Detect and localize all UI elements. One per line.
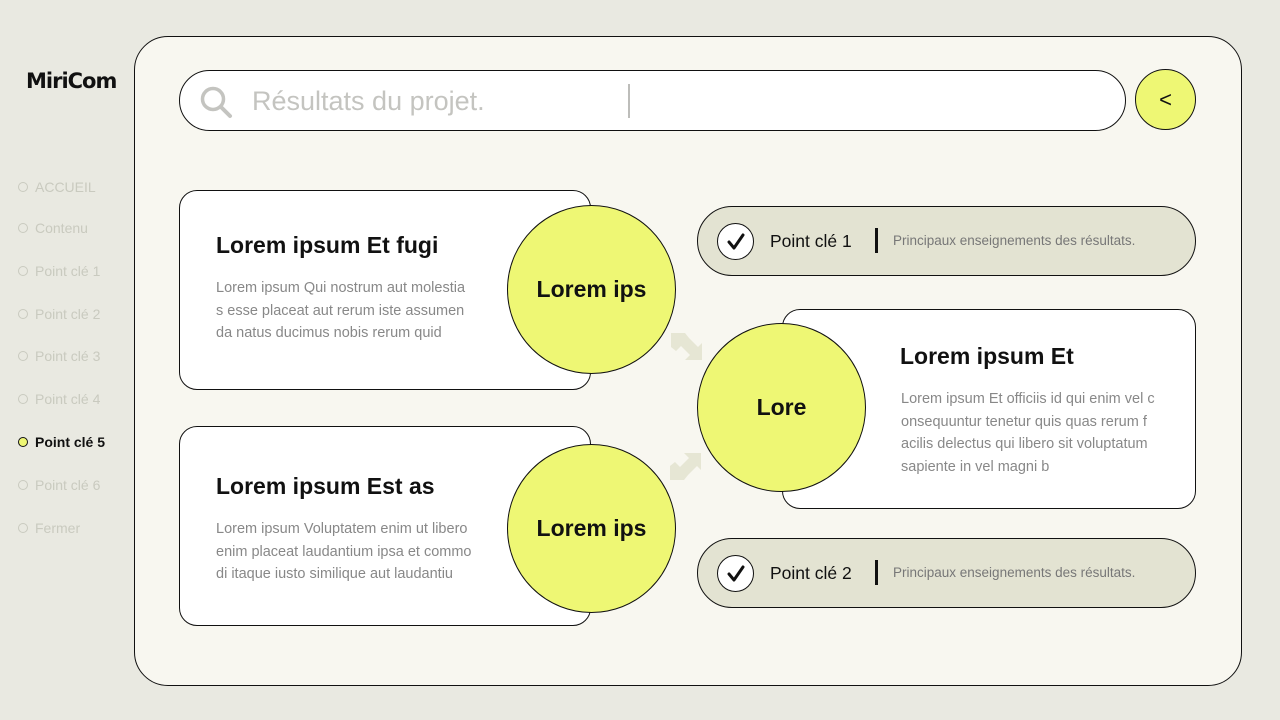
nav-item-label: Contenu bbox=[35, 220, 88, 236]
keypoint-label: Point clé 1 bbox=[770, 231, 852, 251]
nav-item-label: ACCUEIL bbox=[35, 179, 96, 195]
nav-item-point-cle-4[interactable]: Point clé 4 bbox=[18, 388, 100, 410]
keypoint-pill-1: Point clé 1 Principaux enseignements des… bbox=[697, 206, 1196, 276]
keypoint-description: Principaux enseignements des résultats. bbox=[893, 233, 1136, 248]
arrow-icon bbox=[671, 333, 702, 360]
nav-bullet-icon bbox=[18, 394, 28, 404]
checkbox[interactable] bbox=[717, 555, 754, 592]
nav-bullet-icon bbox=[18, 223, 28, 233]
nav-bullet-icon bbox=[18, 266, 28, 276]
nav-bullet-icon bbox=[18, 182, 28, 192]
card-title: Lorem ipsum Et fugi bbox=[216, 232, 439, 258]
nav-item-point-cle-2[interactable]: Point clé 2 bbox=[18, 303, 100, 325]
nav-bullet-icon bbox=[18, 480, 28, 490]
keypoint-divider bbox=[875, 560, 878, 585]
keypoint-label: Point clé 2 bbox=[770, 563, 852, 583]
card-title: Lorem ipsum Est as bbox=[216, 473, 435, 499]
nav-bullet-icon bbox=[18, 309, 28, 319]
arrow-icon bbox=[670, 453, 701, 480]
text-caret bbox=[628, 84, 630, 118]
nav-item-point-cle-6[interactable]: Point clé 6 bbox=[18, 474, 100, 496]
nav-bullet-icon bbox=[18, 437, 28, 447]
card-text: Lorem ipsum Voluptatem enim ut libero en… bbox=[216, 521, 472, 582]
nav-item-label: Fermer bbox=[35, 520, 81, 536]
search-icon bbox=[200, 86, 232, 118]
keypoint-divider bbox=[875, 228, 878, 253]
nav-item-fermer[interactable]: Fermer bbox=[18, 517, 80, 539]
check-icon bbox=[727, 565, 744, 581]
card-highlight-circle: Lore bbox=[697, 323, 866, 492]
search-bar[interactable] bbox=[179, 70, 1126, 131]
card-highlight-circle: Lorem ips bbox=[507, 205, 676, 374]
nav-item-label: Point clé 2 bbox=[35, 306, 101, 322]
nav-item-label: Point clé 3 bbox=[35, 348, 101, 364]
nav-bullet-icon bbox=[18, 351, 28, 361]
card-text: Lorem ipsum Et officiis id qui enim vel … bbox=[901, 391, 1155, 475]
nav-item-label: Point clé 6 bbox=[35, 477, 101, 493]
card-text: Lorem ipsum Qui nostrum aut molestia s e… bbox=[216, 280, 466, 341]
nav-item-contenu[interactable]: Contenu bbox=[18, 217, 88, 239]
checkbox[interactable] bbox=[717, 223, 754, 260]
nav-item-point-cle-3[interactable]: Point clé 3 bbox=[18, 345, 100, 367]
search-input[interactable] bbox=[252, 83, 632, 119]
nav-item-point-cle-1[interactable]: Point clé 1 bbox=[18, 260, 100, 282]
keypoint-pill-2: Point clé 2 Principaux enseignements des… bbox=[697, 538, 1196, 608]
nav-item-accueil[interactable]: ACCUEIL bbox=[18, 176, 96, 198]
nav-item-point-cle-5[interactable]: Point clé 5 bbox=[18, 431, 105, 453]
keypoint-description: Principaux enseignements des résultats. bbox=[893, 565, 1136, 580]
nav-item-label: Point clé 1 bbox=[35, 263, 101, 279]
card-title: Lorem ipsum Et bbox=[900, 343, 1074, 369]
card-highlight-circle: Lorem ips bbox=[507, 444, 676, 613]
nav-item-label: Point clé 4 bbox=[35, 391, 101, 407]
nav-bullet-icon bbox=[18, 523, 28, 533]
brand-logo: MiriCom bbox=[26, 69, 117, 93]
back-button[interactable]: < bbox=[1135, 69, 1196, 130]
nav-item-label: Point clé 5 bbox=[35, 434, 106, 450]
check-icon bbox=[727, 233, 744, 249]
